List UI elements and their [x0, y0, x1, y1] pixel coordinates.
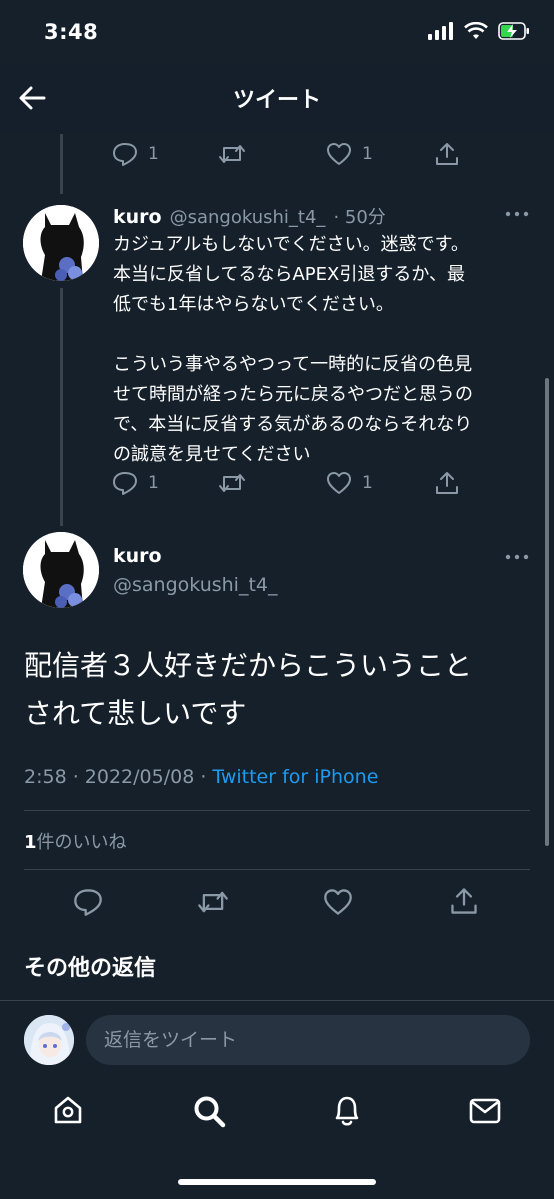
reply-input[interactable]: 返信をツイート [86, 1015, 530, 1065]
retweet-button[interactable] [218, 141, 246, 167]
heart-icon [327, 472, 351, 494]
retweet-icon [219, 145, 245, 163]
retweet-button[interactable] [197, 887, 229, 917]
divider [24, 810, 530, 811]
nav-notifications[interactable] [331, 1094, 363, 1128]
signal-icon [428, 22, 453, 40]
reply-button[interactable] [73, 887, 103, 917]
search-icon [194, 1096, 226, 1128]
scrollbar[interactable] [545, 378, 549, 846]
avatar[interactable] [23, 532, 99, 608]
page-title: ツイート [232, 88, 321, 113]
nav-home[interactable] [52, 1094, 84, 1126]
notifications-icon [335, 1096, 359, 1126]
retweet-icon [198, 891, 228, 913]
battery-charging-icon [498, 22, 529, 40]
reply-icon [113, 472, 137, 495]
reply-count: 1 [148, 144, 159, 164]
tweet-text: カジュアルもしないでください。迷惑です。 本当に反省してるならAPEX引退するか… [113, 234, 473, 465]
likes-count: 1 [24, 832, 37, 853]
handle[interactable]: @sangokushi_t4_ [113, 574, 278, 596]
reply-count: 1 [148, 473, 159, 493]
tweet-meta: kuro @sangokushi_t4_ · 50分 [113, 203, 386, 229]
reply-icon [74, 889, 102, 916]
tweet-timestamp-row: 2:58 · 2022/05/08 · Twitter for iPhone [24, 766, 378, 788]
nav-search[interactable] [192, 1094, 226, 1128]
thread-line [60, 134, 63, 194]
retweet-icon [219, 474, 245, 492]
more-icon [505, 211, 529, 217]
more-button[interactable] [504, 549, 530, 565]
share-button[interactable] [434, 141, 460, 167]
share-icon [436, 472, 458, 494]
avatar[interactable] [23, 205, 99, 281]
tweet-timestamp: 2:58 · 2022/05/08 · [24, 766, 207, 788]
tweet-time: · 50分 [333, 207, 386, 228]
divider [24, 869, 530, 870]
more-replies-heading: その他の返信 [24, 956, 157, 981]
like-count: 1 [362, 144, 373, 164]
nav-messages[interactable] [469, 1096, 501, 1126]
like-count: 1 [362, 473, 373, 493]
home-icon [54, 1096, 82, 1124]
display-name[interactable]: kuro [113, 545, 162, 567]
share-button[interactable] [434, 470, 460, 496]
like-button[interactable]: 1 [326, 141, 373, 167]
my-avatar [24, 1015, 74, 1065]
share-button[interactable] [449, 886, 479, 916]
share-icon [451, 888, 477, 914]
share-icon [436, 143, 458, 165]
more-button[interactable] [504, 206, 530, 222]
wifi-icon [464, 22, 488, 39]
reply-button[interactable]: 1 [112, 470, 159, 496]
like-button[interactable]: 1 [326, 470, 373, 496]
reply-button[interactable]: 1 [112, 141, 159, 167]
likes-row[interactable]: 1件のいいね [24, 828, 127, 854]
reply-icon [113, 143, 137, 166]
retweet-button[interactable] [218, 470, 246, 496]
handle[interactable]: @sangokushi_t4_ [170, 207, 326, 228]
display-name[interactable]: kuro [113, 206, 162, 228]
thread-line [60, 288, 63, 526]
status-time: 3:48 [44, 20, 99, 44]
status-icons [428, 22, 530, 40]
tweet-source-link[interactable]: Twitter for iPhone [212, 766, 378, 788]
main-tweet-text: 配信者３人好きだからこういうこと されて悲しいです [24, 649, 473, 730]
likes-label: 件のいいね [36, 832, 127, 853]
home-indicator[interactable] [178, 1179, 376, 1185]
messages-icon [469, 1098, 501, 1124]
heart-icon [327, 143, 351, 165]
like-button[interactable] [323, 887, 353, 917]
heart-icon [324, 889, 352, 915]
more-icon [505, 554, 529, 560]
